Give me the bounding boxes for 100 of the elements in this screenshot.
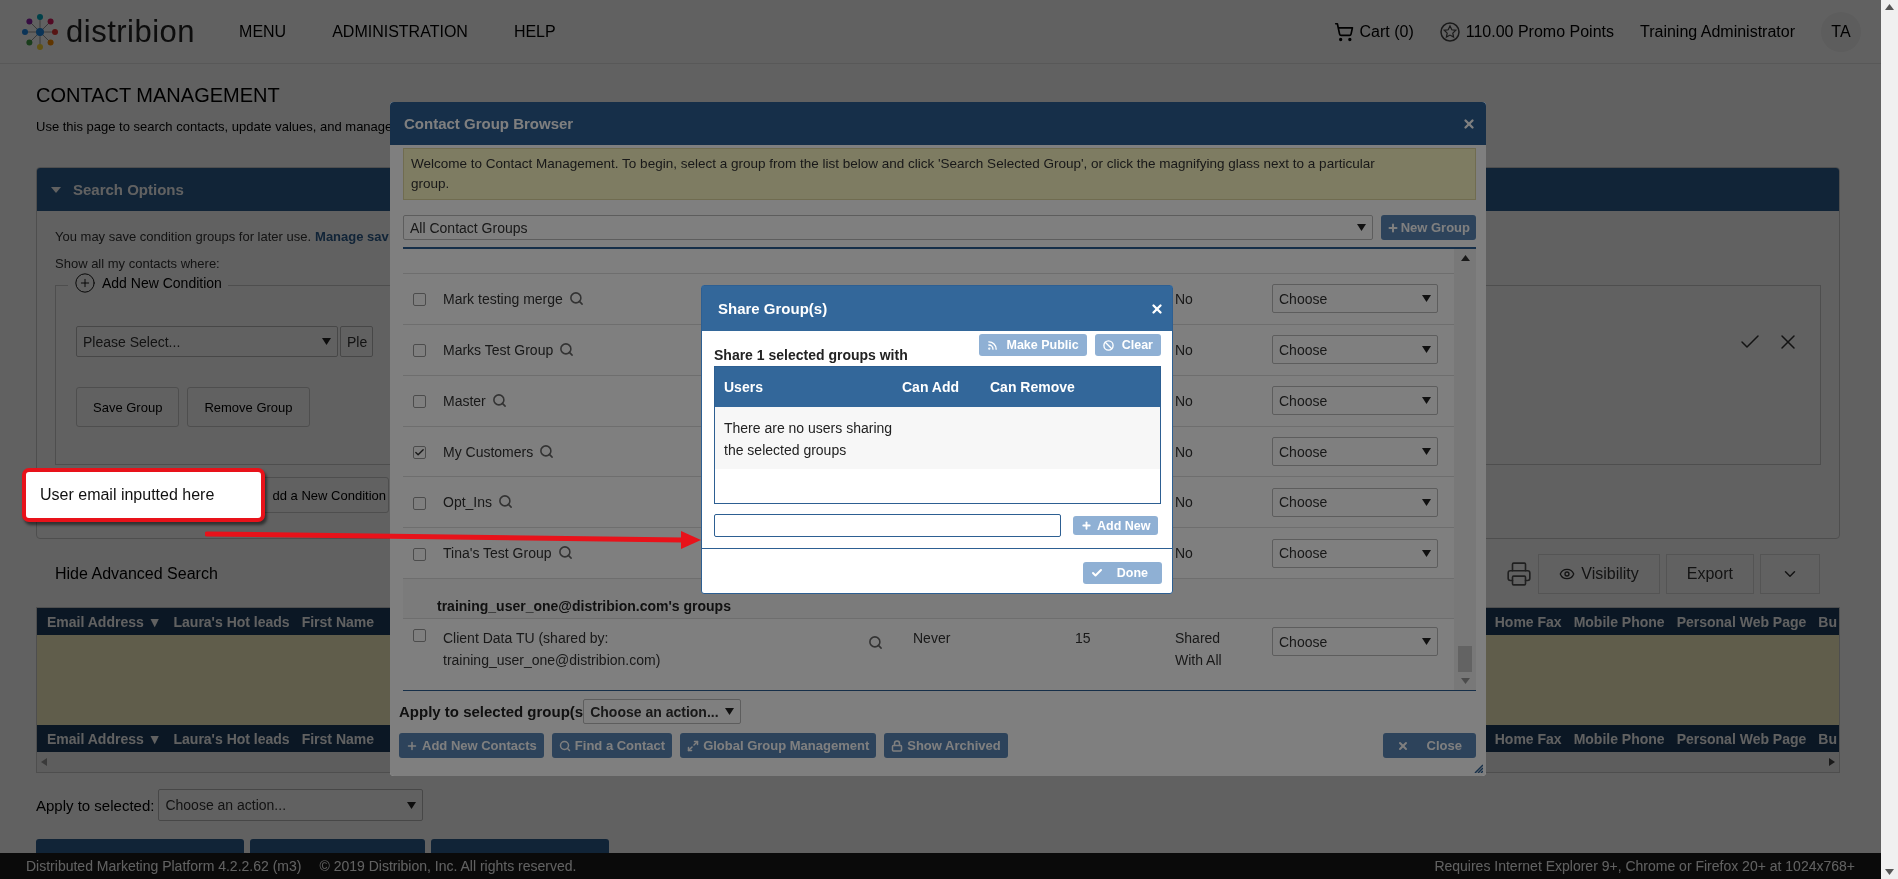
visibility-button[interactable]: Visibility <box>1538 554 1660 594</box>
scroll-left-icon[interactable] <box>41 758 47 766</box>
group-action-select[interactable]: Choose <box>1272 335 1438 365</box>
close-button[interactable] <box>1150 301 1164 316</box>
lock-icon <box>891 739 904 752</box>
column-header[interactable]: First Name <box>301 730 374 747</box>
annotation-text: User email inputted here <box>40 486 215 504</box>
column-header[interactable]: Laura's Hot leads <box>173 730 290 747</box>
scroll-up-icon[interactable] <box>1885 4 1894 10</box>
group-name: Mark testing merge <box>443 290 563 307</box>
vertical-scrollbar[interactable] <box>1454 249 1476 690</box>
checkbox[interactable] <box>413 547 426 561</box>
action-select[interactable]: Choose an action... <box>583 699 742 724</box>
dropdown-arrow-icon <box>1422 638 1431 646</box>
scroll-down-icon[interactable] <box>1885 869 1894 875</box>
page-scrollbar[interactable] <box>1881 0 1898 879</box>
dropdown-arrow-icon <box>1422 549 1431 557</box>
toolbar-button[interactable]: Show Archived <box>884 733 1008 758</box>
field-select[interactable]: Please Select... <box>76 326 338 357</box>
search-icon[interactable] <box>568 290 584 306</box>
nav-link[interactable]: HELP <box>513 22 556 41</box>
group-action-select[interactable]: Choose <box>1272 487 1438 517</box>
toolbar-button[interactable]: Add New Contacts <box>399 733 544 758</box>
page-description: Use this page to search contacts, update values, and manage <box>36 119 393 134</box>
copyright-text: © 2019 Distribion, Inc. All rights reserved. <box>319 858 577 874</box>
column-header[interactable]: Personal Web Page <box>1676 730 1807 747</box>
checkbox[interactable] <box>413 496 426 510</box>
export-button[interactable]: Export <box>1665 554 1754 594</box>
checkbox[interactable] <box>413 344 426 358</box>
close-button[interactable] <box>1462 116 1476 131</box>
logo-text: distribion <box>66 13 196 50</box>
group-action-select[interactable]: Choose <box>1272 627 1438 657</box>
search-icon[interactable] <box>557 545 573 561</box>
advanced-search-link[interactable]: Hide Advanced Search <box>55 565 218 583</box>
cart-icon[interactable] <box>1333 21 1354 42</box>
column-header[interactable]: Home Fax <box>1494 613 1562 630</box>
email-input-field[interactable] <box>714 514 1061 537</box>
group-action-select[interactable]: Choose <box>1272 437 1438 466</box>
checkbox[interactable] <box>413 446 426 459</box>
scroll-right-icon[interactable] <box>1829 758 1835 766</box>
rss-icon <box>987 339 999 351</box>
column-header: Users <box>724 379 764 395</box>
toolbar-button[interactable]: Global Group Management <box>680 733 877 758</box>
plus-icon <box>1081 520 1092 531</box>
search-icon[interactable] <box>868 635 883 651</box>
section-title: training_user_one@distribion.com's groups <box>437 598 731 615</box>
resize-handle-icon[interactable] <box>1473 763 1483 773</box>
clear-button[interactable]: Clear <box>1094 334 1161 356</box>
checkbox[interactable] <box>413 395 426 409</box>
checkbox[interactable] <box>413 629 426 643</box>
close-icon <box>1462 116 1476 131</box>
promo-points: 110.00 Promo Points <box>1465 22 1614 41</box>
cart-link[interactable]: Cart (0) <box>1359 22 1414 41</box>
dialog-title: Share Group(s) <box>718 300 828 317</box>
group-action-select[interactable]: Choose <box>1272 284 1438 314</box>
version-text: Distributed Marketing Platform 4.2.2.62 (m3) <box>26 858 302 874</box>
print-icon[interactable] <box>1506 561 1533 587</box>
plus-icon <box>406 739 418 752</box>
group-name: My Customers <box>443 443 534 460</box>
manage-link[interactable]: Manage sav <box>315 229 389 244</box>
new-group-button[interactable]: New Group <box>1380 215 1476 240</box>
make-public-button[interactable]: Make Public <box>979 334 1087 356</box>
column-header[interactable]: Bu <box>1818 613 1837 630</box>
column-header[interactable]: Bu <box>1818 730 1837 747</box>
nav-link[interactable]: ADMINISTRATION <box>332 22 468 41</box>
checkbox[interactable] <box>413 293 426 307</box>
add-condition-button[interactable]: Add New Condition <box>68 272 228 294</box>
scroll-up-icon[interactable] <box>1460 255 1470 261</box>
column-header[interactable]: First Name <box>301 613 374 630</box>
apply-label: Apply to selected: <box>36 796 155 814</box>
group-filter-select[interactable]: All Contact Groups <box>403 215 1373 240</box>
search-icon[interactable] <box>539 443 555 459</box>
column-header[interactable]: Home Fax <box>1494 730 1562 747</box>
search-icon[interactable] <box>491 392 507 408</box>
column-header[interactable]: Email Address ▼ <box>47 730 162 747</box>
group-action-select[interactable]: Choose <box>1272 386 1438 416</box>
column-header[interactable]: Mobile Phone <box>1573 613 1665 630</box>
done-button[interactable]: Done <box>1082 562 1162 584</box>
column-header[interactable]: Laura's Hot leads <box>173 613 290 630</box>
column-header[interactable]: Mobile Phone <box>1573 730 1665 747</box>
plus-icon <box>1386 221 1399 234</box>
group-button[interactable]: Save Group <box>76 387 180 427</box>
search-icon <box>558 739 571 752</box>
search-icon[interactable] <box>559 341 575 357</box>
add-new-button[interactable]: Add New <box>1073 516 1159 535</box>
group-action-select[interactable]: Choose <box>1272 538 1438 568</box>
search-icon[interactable] <box>498 494 514 510</box>
group-button[interactable]: Remove Group <box>187 387 310 427</box>
column-header[interactable]: Email Address ▼ <box>47 613 162 630</box>
close-button[interactable]: Close <box>1382 733 1476 758</box>
dialog-title: Contact Group Browser <box>404 115 574 132</box>
eye-icon <box>1559 566 1576 582</box>
action-select[interactable]: Choose an action... <box>158 789 424 821</box>
user-avatar[interactable]: TA <box>1821 11 1861 52</box>
dropdown-arrow-icon <box>725 708 735 715</box>
operator-select[interactable]: Ple <box>340 326 373 357</box>
nav-link[interactable]: MENU <box>239 22 287 41</box>
toolbar-button[interactable]: Find a Contact <box>551 733 673 758</box>
user-name[interactable]: Training Administrator <box>1639 22 1795 41</box>
column-header[interactable]: Personal Web Page <box>1676 613 1807 630</box>
